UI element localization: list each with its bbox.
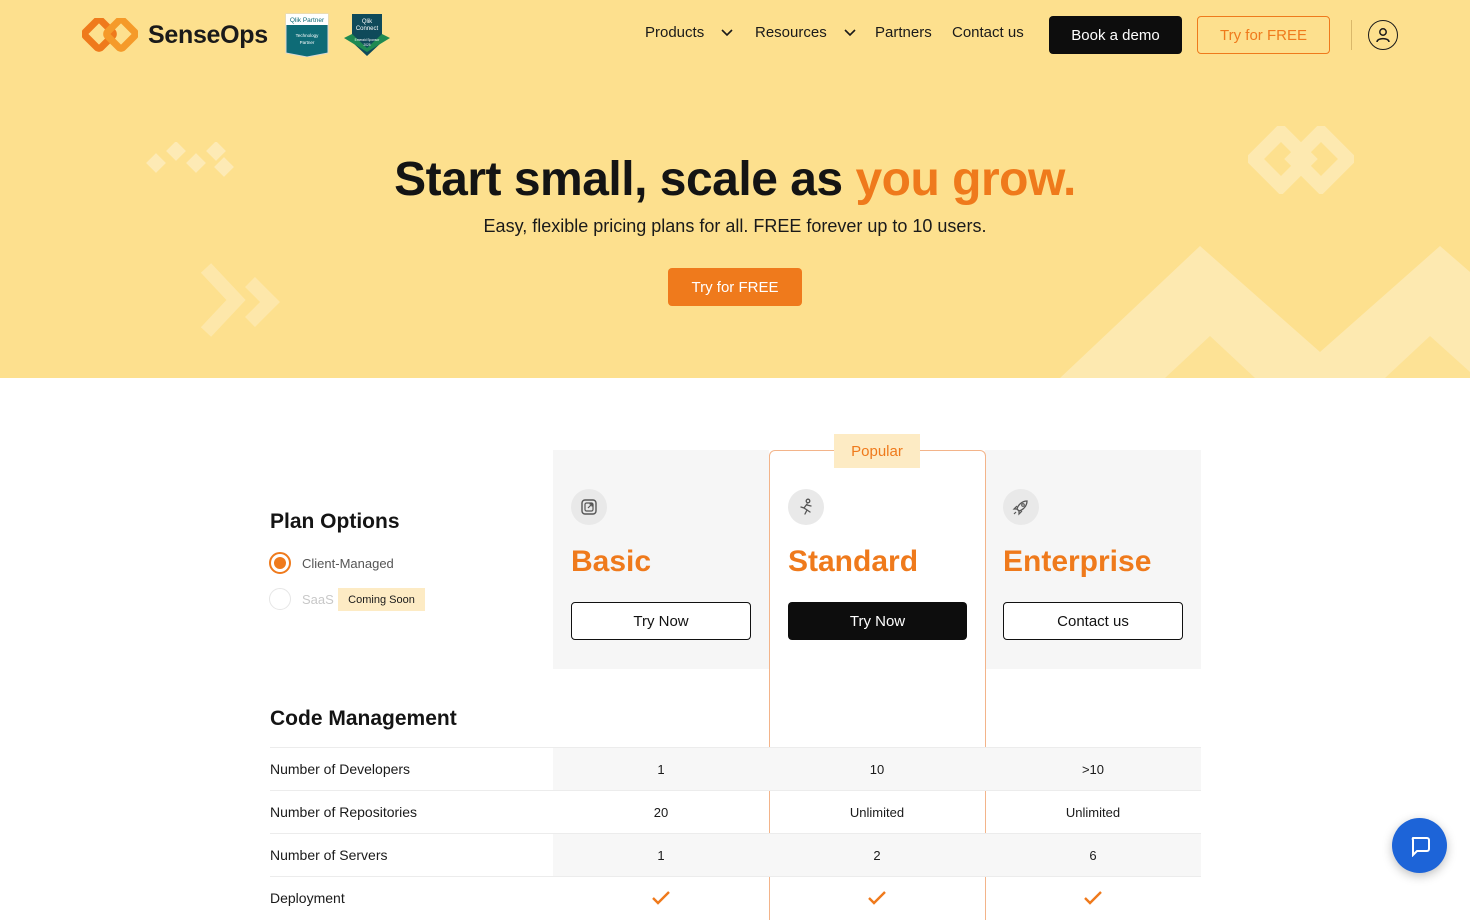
basic-plan-name: Basic bbox=[571, 545, 652, 578]
chevron-down-icon bbox=[844, 28, 856, 36]
enterprise-value bbox=[985, 877, 1201, 919]
saas-radio[interactable] bbox=[269, 588, 291, 610]
standard-plan-icon-wrap bbox=[788, 489, 824, 525]
chevron-down-icon bbox=[721, 28, 733, 36]
senseops-logo-icon bbox=[82, 18, 138, 52]
row-label: Number of Developers bbox=[270, 760, 411, 777]
hero-try-free-button[interactable]: Try for FREE bbox=[668, 268, 802, 306]
enterprise-plan-name: Enterprise bbox=[1003, 545, 1152, 578]
nav-contact-us[interactable]: Contact us bbox=[952, 24, 1024, 41]
hero-title-main: Start small, scale as bbox=[394, 153, 856, 206]
svg-text:Technology: Technology bbox=[296, 33, 320, 38]
row-label: Deployment bbox=[270, 889, 345, 906]
basic-value bbox=[553, 877, 769, 919]
nav-resources[interactable]: Resources bbox=[755, 24, 857, 41]
saas-label: SaaS bbox=[302, 592, 334, 607]
hero-title-accent: you grow. bbox=[855, 153, 1076, 206]
standard-try-now-button[interactable]: Try Now bbox=[788, 602, 967, 640]
nav-contact-label: Contact us bbox=[952, 24, 1024, 41]
try-free-nav-button[interactable]: Try for FREE bbox=[1197, 16, 1330, 54]
basic-plan-icon-wrap bbox=[571, 489, 607, 525]
standard-value: 2 bbox=[769, 834, 985, 876]
account-button[interactable] bbox=[1368, 20, 1398, 50]
check-icon bbox=[868, 891, 886, 905]
nav-partners[interactable]: Partners bbox=[875, 24, 932, 41]
brand-logo[interactable]: SenseOps bbox=[82, 16, 268, 54]
hero-title: Start small, scale as you grow. bbox=[0, 152, 1470, 207]
user-icon bbox=[1376, 28, 1390, 43]
enterprise-value: >10 bbox=[985, 748, 1201, 790]
code-management-title: Code Management bbox=[270, 707, 457, 730]
qlik-connect-badge: Qlik Connect Emerald Sponsor 2025 bbox=[344, 14, 390, 56]
nav-products-label: Products bbox=[645, 24, 705, 41]
chat-widget-button[interactable] bbox=[1392, 818, 1447, 873]
nav-divider bbox=[1351, 20, 1352, 50]
decorative-chevrons-icon bbox=[200, 263, 280, 337]
table-row: Number of Developers 1 10 >10 bbox=[270, 747, 1201, 790]
row-label: Number of Repositories bbox=[270, 803, 418, 820]
svg-text:Qlik Partner: Qlik Partner bbox=[290, 17, 325, 24]
basic-value: 20 bbox=[653, 804, 669, 820]
book-demo-button[interactable]: Book a demo bbox=[1049, 16, 1182, 54]
svg-text:Emerald Sponsor: Emerald Sponsor bbox=[355, 38, 381, 42]
hero-subtitle: Easy, flexible pricing plans for all. FR… bbox=[483, 216, 987, 236]
standard-value: Unlimited bbox=[849, 804, 905, 820]
svg-text:2025: 2025 bbox=[363, 43, 370, 47]
check-icon bbox=[652, 891, 670, 905]
hero-section: SenseOps Qlik Partner Technology Partner… bbox=[0, 0, 1470, 378]
decorative-mountains-icon bbox=[1060, 246, 1470, 378]
enterprise-contact-button[interactable]: Contact us bbox=[1003, 602, 1183, 640]
client-managed-label[interactable]: Client-Managed bbox=[302, 556, 394, 571]
plan-options-title: Plan Options bbox=[270, 510, 400, 533]
standard-plan-name: Standard bbox=[788, 545, 919, 578]
enterprise-value: 6 bbox=[985, 834, 1201, 876]
standard-value bbox=[769, 877, 985, 919]
popular-badge: Popular bbox=[834, 434, 920, 468]
external-box-icon bbox=[581, 499, 597, 515]
basic-try-now-button[interactable]: Try Now bbox=[571, 602, 751, 640]
rocket-icon bbox=[1012, 500, 1028, 516]
runner-icon bbox=[800, 498, 812, 515]
basic-value: 1 bbox=[553, 834, 769, 876]
nav-products[interactable]: Products bbox=[645, 24, 734, 41]
basic-value: 1 bbox=[553, 748, 769, 790]
coming-soon-tag: Coming Soon bbox=[338, 588, 425, 611]
brand-name: SenseOps bbox=[148, 20, 268, 49]
check-icon bbox=[1084, 891, 1102, 905]
enterprise-value: Unlimited bbox=[1065, 804, 1121, 820]
chat-bubble-icon bbox=[1411, 836, 1430, 857]
nav-partners-label: Partners bbox=[875, 24, 932, 41]
qlik-partner-badge: Qlik Partner Technology Partner bbox=[285, 13, 329, 57]
top-navigation: SenseOps Qlik Partner Technology Partner… bbox=[0, 0, 1470, 70]
standard-value: 10 bbox=[769, 748, 985, 790]
enterprise-plan-icon-wrap bbox=[1003, 489, 1039, 525]
svg-text:Qlik: Qlik bbox=[362, 19, 373, 25]
table-row: Number of Servers 1 2 6 bbox=[270, 833, 1201, 876]
table-row: Deployment bbox=[270, 876, 1201, 919]
row-label: Number of Servers bbox=[270, 846, 388, 863]
client-managed-radio[interactable] bbox=[269, 552, 291, 574]
svg-text:Connect: Connect bbox=[356, 26, 379, 32]
table-row: Number of Repositories 20 Unlimited Unli… bbox=[270, 790, 1201, 833]
svg-text:Partner: Partner bbox=[300, 40, 315, 45]
nav-resources-label: Resources bbox=[755, 24, 827, 41]
